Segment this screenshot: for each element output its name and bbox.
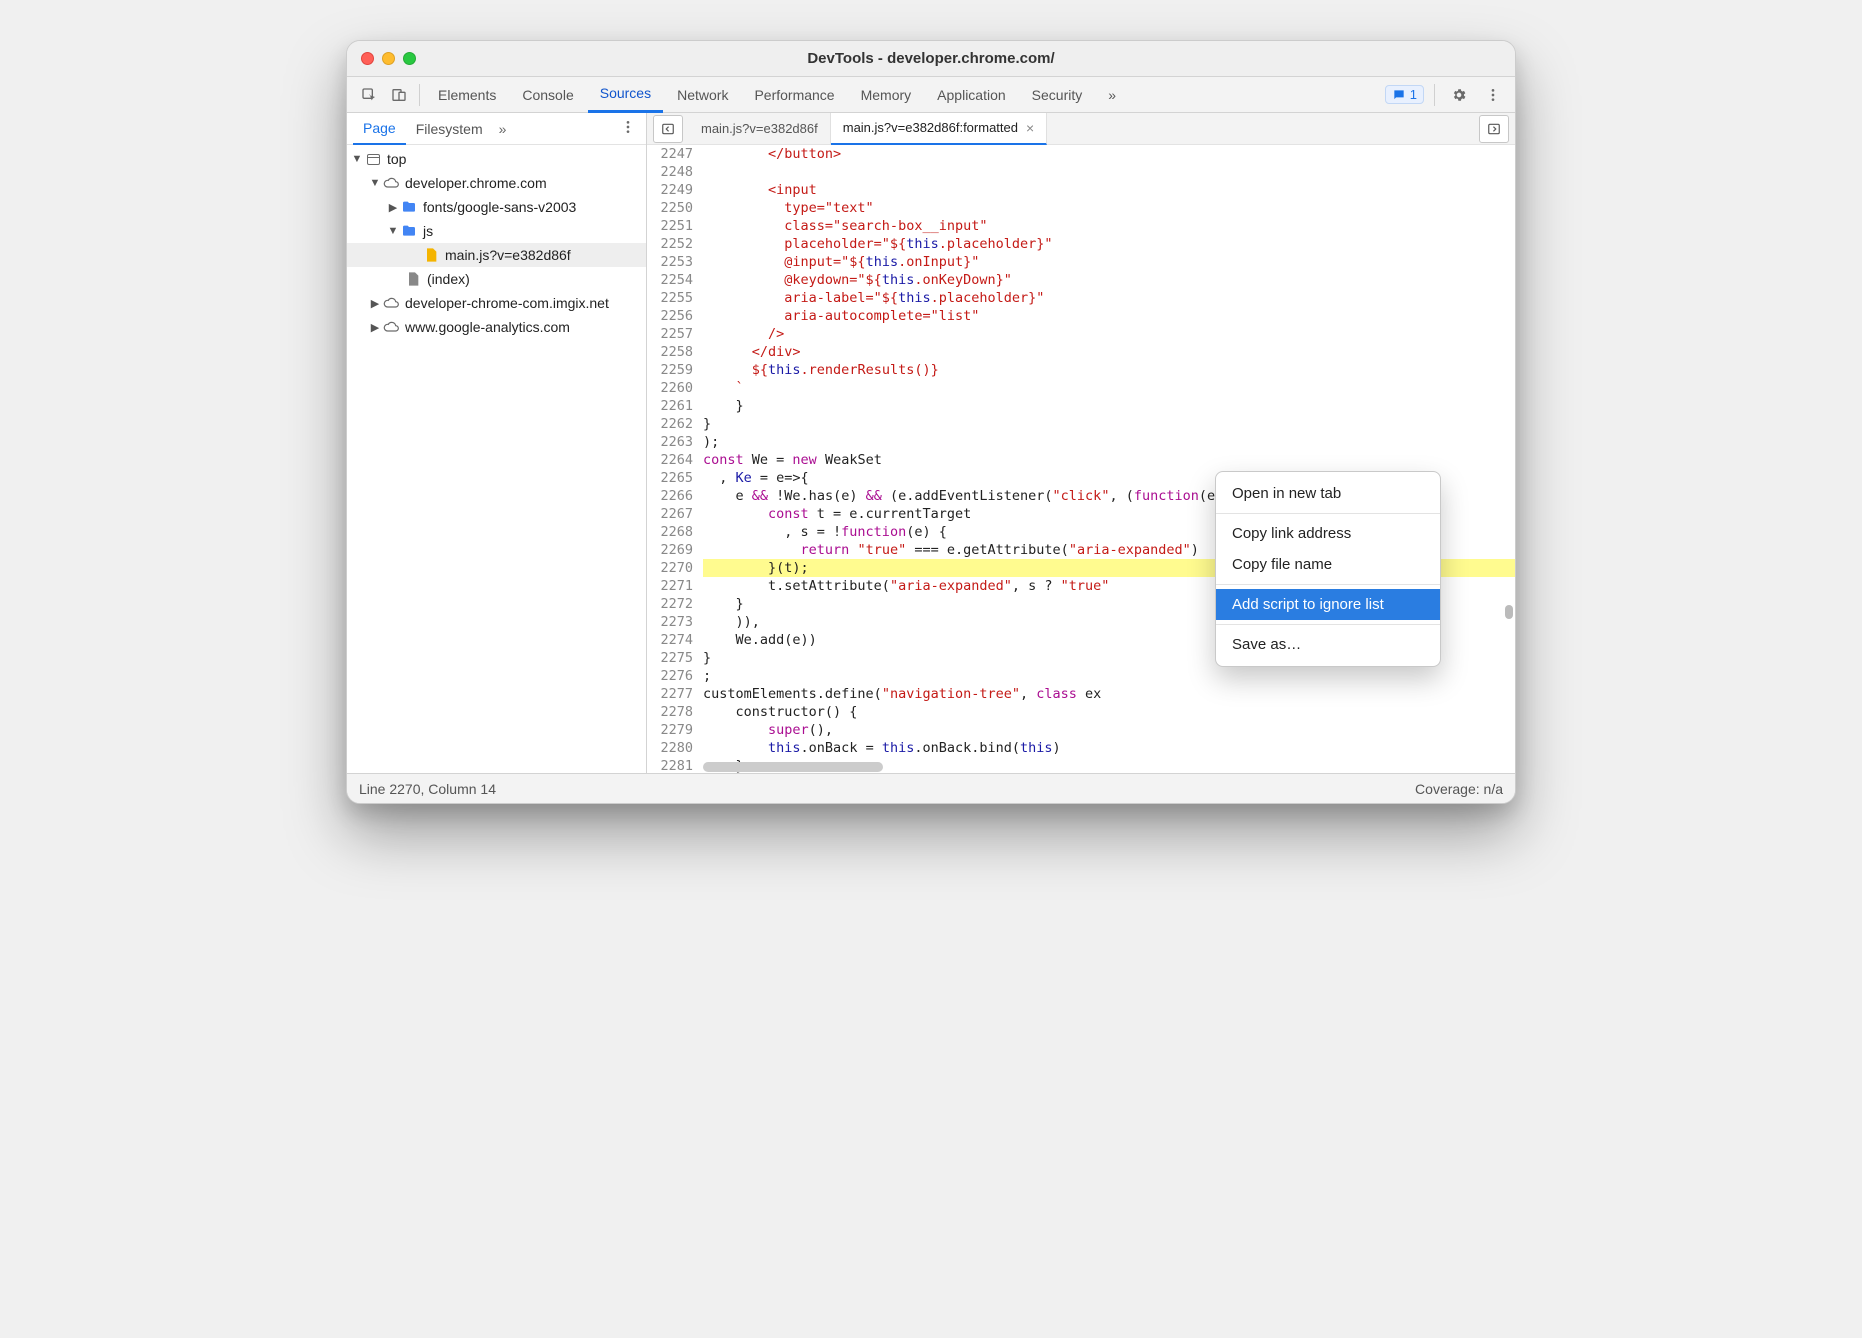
tab-overflow[interactable]: » — [1096, 77, 1128, 113]
folder-icon — [401, 223, 417, 239]
navigate-back-icon[interactable] — [653, 115, 683, 143]
code-lines[interactable]: </button> <input type="text" class="sear… — [703, 145, 1515, 773]
device-toggle-icon[interactable] — [385, 81, 413, 109]
tree-label: top — [387, 151, 406, 167]
vertical-scrollbar[interactable] — [1503, 145, 1513, 773]
folder-icon — [401, 199, 417, 215]
tab-elements[interactable]: Elements — [426, 77, 508, 113]
editor-tab-raw[interactable]: main.js?v=e382d86f — [689, 113, 831, 145]
cm-copy-link[interactable]: Copy link address — [1216, 518, 1440, 549]
tree-node-folder-js[interactable]: ▼ js — [347, 219, 646, 243]
traffic-lights — [361, 52, 416, 65]
separator — [419, 84, 420, 106]
tab-console[interactable]: Console — [510, 77, 585, 113]
navigator-tab-page[interactable]: Page — [353, 113, 406, 145]
tree-node-domain[interactable]: ▶ developer-chrome-com.imgix.net — [347, 291, 646, 315]
issues-badge[interactable]: 1 — [1385, 85, 1424, 104]
tree-label: js — [423, 223, 433, 239]
line-number-gutter[interactable]: 2247224822492250225122522253225422552256… — [647, 145, 703, 773]
window-close-button[interactable] — [361, 52, 374, 65]
scrollbar-thumb[interactable] — [703, 762, 883, 772]
horizontal-scrollbar[interactable] — [703, 761, 1515, 773]
tree-node-domain[interactable]: ▼ developer.chrome.com — [347, 171, 646, 195]
tab-network[interactable]: Network — [665, 77, 740, 113]
window-zoom-button[interactable] — [403, 52, 416, 65]
tree-node-file-index[interactable]: (index) — [347, 267, 646, 291]
cloud-icon — [383, 175, 399, 191]
frame-icon — [365, 151, 381, 167]
tree-node-top[interactable]: ▼ top — [347, 147, 646, 171]
tree-label: fonts/google-sans-v2003 — [423, 199, 576, 215]
tree-node-file-mainjs[interactable]: main.js?v=e382d86f — [347, 243, 646, 267]
editor-tab-label: main.js?v=e382d86f — [701, 121, 818, 136]
statusbar: Line 2270, Column 14 Coverage: n/a — [347, 773, 1515, 803]
editor: main.js?v=e382d86f main.js?v=e382d86f:fo… — [647, 113, 1515, 773]
chevron-right-icon[interactable]: ▶ — [387, 201, 399, 214]
devtools-window: DevTools - developer.chrome.com/ Element… — [346, 40, 1516, 804]
navigator-sidebar: Page Filesystem » ▼ top ▼ developer.chro… — [347, 113, 647, 773]
tab-security[interactable]: Security — [1020, 77, 1095, 113]
tree-label: (index) — [427, 271, 470, 287]
scrollbar-thumb[interactable] — [1505, 605, 1513, 619]
tree-label: main.js?v=e382d86f — [445, 247, 571, 263]
message-icon — [1392, 88, 1406, 102]
issues-count: 1 — [1410, 87, 1417, 102]
separator — [1216, 584, 1440, 585]
chevron-right-icon[interactable]: ▶ — [369, 297, 381, 310]
tree-label: developer.chrome.com — [405, 175, 547, 191]
document-icon — [405, 271, 421, 287]
navigator-tab-filesystem[interactable]: Filesystem — [406, 113, 493, 145]
titlebar: DevTools - developer.chrome.com/ — [347, 41, 1515, 77]
panel-tabstrip: Elements Console Sources Network Perform… — [347, 77, 1515, 113]
context-menu: Open in new tab Copy link address Copy f… — [1215, 471, 1441, 667]
window-minimize-button[interactable] — [382, 52, 395, 65]
navigator-tabs: Page Filesystem » — [347, 113, 646, 145]
cm-save-as[interactable]: Save as… — [1216, 629, 1440, 660]
cursor-position: Line 2270, Column 14 — [359, 781, 496, 797]
cm-open-new-tab[interactable]: Open in new tab — [1216, 478, 1440, 509]
tab-application[interactable]: Application — [925, 77, 1018, 113]
tree-label: developer-chrome-com.imgix.net — [405, 295, 609, 311]
tab-memory[interactable]: Memory — [849, 77, 924, 113]
code-area[interactable]: 2247224822492250225122522253225422552256… — [647, 145, 1515, 773]
navigator-kebab-icon[interactable] — [616, 119, 640, 138]
navigator-tab-overflow[interactable]: » — [499, 121, 507, 137]
content-area: Page Filesystem » ▼ top ▼ developer.chro… — [347, 113, 1515, 773]
settings-icon[interactable] — [1445, 81, 1473, 109]
tab-performance[interactable]: Performance — [742, 77, 846, 113]
tree-node-folder[interactable]: ▶ fonts/google-sans-v2003 — [347, 195, 646, 219]
tree-label: www.google-analytics.com — [405, 319, 570, 335]
chevron-down-icon[interactable]: ▼ — [387, 225, 399, 237]
kebab-menu-icon[interactable] — [1479, 81, 1507, 109]
cloud-icon — [383, 319, 399, 335]
coverage-status: Coverage: n/a — [1415, 781, 1503, 797]
separator — [1216, 624, 1440, 625]
separator — [1434, 84, 1435, 106]
inspect-icon[interactable] — [355, 81, 383, 109]
chevron-down-icon[interactable]: ▼ — [351, 153, 363, 165]
cloud-icon — [383, 295, 399, 311]
js-file-icon — [423, 247, 439, 263]
cm-add-ignore-list[interactable]: Add script to ignore list — [1216, 589, 1440, 620]
separator — [1216, 513, 1440, 514]
editor-tab-formatted[interactable]: main.js?v=e382d86f:formatted × — [831, 113, 1047, 145]
toggle-debugger-pane-icon[interactable] — [1479, 115, 1509, 143]
editor-tab-label: main.js?v=e382d86f:formatted — [843, 120, 1018, 135]
editor-tabs: main.js?v=e382d86f main.js?v=e382d86f:fo… — [647, 113, 1515, 145]
close-icon[interactable]: × — [1026, 120, 1034, 136]
tab-sources[interactable]: Sources — [588, 77, 663, 113]
tree-node-domain[interactable]: ▶ www.google-analytics.com — [347, 315, 646, 339]
window-title: DevTools - developer.chrome.com/ — [347, 50, 1515, 67]
chevron-down-icon[interactable]: ▼ — [369, 177, 381, 189]
file-tree[interactable]: ▼ top ▼ developer.chrome.com ▶ fonts/goo… — [347, 145, 646, 773]
chevron-right-icon[interactable]: ▶ — [369, 321, 381, 334]
cm-copy-file[interactable]: Copy file name — [1216, 549, 1440, 580]
